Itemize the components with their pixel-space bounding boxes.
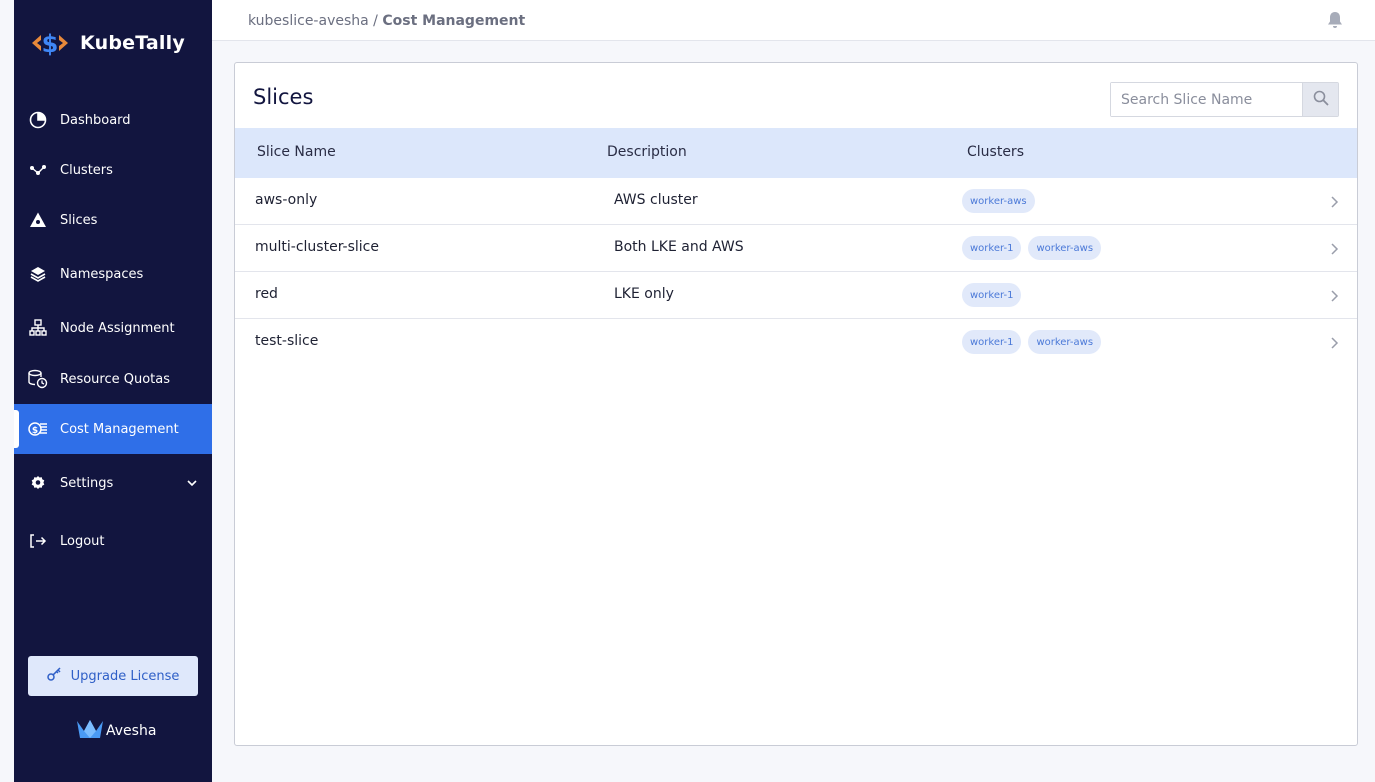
chevron-right-icon[interactable] bbox=[1327, 194, 1341, 208]
app-root: $ KubeTally Dashboard Clusters Slices Na… bbox=[0, 0, 1375, 782]
table-row[interactable]: multi-cluster-slice Both LKE and AWS wor… bbox=[235, 225, 1357, 272]
cluster-chip: worker-1 bbox=[962, 283, 1022, 307]
sidebar-item-label: Resource Quotas bbox=[60, 371, 171, 387]
sidebar-item-label: Slices bbox=[60, 212, 98, 228]
chevron-right-icon[interactable] bbox=[1327, 288, 1341, 302]
svg-text:$: $ bbox=[32, 426, 38, 436]
avesha-brand-name: Avesha bbox=[106, 723, 157, 739]
pie-chart-icon bbox=[28, 110, 48, 130]
sidebar-item-label: Settings bbox=[60, 475, 114, 491]
hierarchy-icon bbox=[28, 318, 48, 338]
cluster-chip: worker-1 bbox=[962, 330, 1022, 354]
table-row[interactable]: aws-only AWS cluster worker-aws bbox=[235, 178, 1357, 225]
search-button[interactable] bbox=[1302, 83, 1338, 116]
table-header: Slice Name Description Clusters bbox=[235, 128, 1357, 178]
top-header: kubeslice-avesha / Cost Management bbox=[212, 0, 1375, 41]
slice-name-cell: aws-only bbox=[255, 192, 318, 208]
description-cell: Both LKE and AWS bbox=[614, 239, 744, 255]
sidebar-item-dashboard[interactable]: Dashboard bbox=[14, 95, 212, 145]
slices-card: Slices Slice Name Description Clusters a… bbox=[234, 62, 1358, 746]
sidebar-item-label: Clusters bbox=[60, 162, 113, 178]
slice-name-cell: multi-cluster-slice bbox=[255, 239, 379, 255]
breadcrumb-current: Cost Management bbox=[382, 13, 526, 29]
upgrade-license-button[interactable]: Upgrade License bbox=[28, 656, 198, 696]
sidebar-item-label: Node Assignment bbox=[60, 320, 175, 336]
avesha-crown-icon bbox=[76, 718, 104, 744]
upgrade-license-label: Upgrade License bbox=[70, 668, 180, 684]
sidebar-item-settings[interactable]: Settings bbox=[14, 458, 212, 508]
slice-name-cell: red bbox=[255, 286, 278, 302]
bell-icon[interactable] bbox=[1325, 10, 1345, 30]
cluster-chip: worker-1 bbox=[962, 236, 1022, 260]
description-cell: LKE only bbox=[614, 286, 674, 302]
sidebar-item-slices[interactable]: Slices bbox=[14, 195, 212, 245]
layers-icon bbox=[28, 264, 48, 284]
logout-icon bbox=[28, 531, 48, 551]
sidebar-item-label: Cost Management bbox=[60, 421, 179, 437]
table-row[interactable]: red LKE only worker-1 bbox=[235, 272, 1357, 319]
key-icon bbox=[46, 667, 63, 685]
chevron-right-icon[interactable] bbox=[1327, 335, 1341, 349]
column-header-description: Description bbox=[607, 144, 687, 160]
svg-text:$: $ bbox=[42, 30, 59, 58]
cluster-chip: worker-aws bbox=[1028, 236, 1102, 260]
breadcrumb-parent[interactable]: kubeslice-avesha bbox=[248, 13, 369, 29]
slices-table: Slice Name Description Clusters aws-only… bbox=[235, 128, 1357, 366]
sidebar-item-clusters[interactable]: Clusters bbox=[14, 145, 212, 195]
brand[interactable]: $ KubeTally bbox=[30, 26, 185, 60]
clusters-cell: worker-aws bbox=[962, 189, 1035, 213]
sidebar-item-label: Dashboard bbox=[60, 112, 131, 128]
page-title: Slices bbox=[253, 85, 314, 109]
sidebar-item-label: Namespaces bbox=[60, 266, 144, 282]
slices-icon bbox=[28, 210, 48, 230]
chevron-down-icon[interactable] bbox=[184, 475, 200, 491]
chevron-right-icon[interactable] bbox=[1327, 241, 1341, 255]
sidebar-item-resource-quotas[interactable]: Resource Quotas bbox=[14, 354, 212, 404]
search-icon bbox=[1313, 90, 1329, 110]
quota-icon bbox=[28, 369, 48, 389]
search-box bbox=[1110, 82, 1339, 117]
cluster-chip: worker-aws bbox=[962, 189, 1035, 213]
gear-icon bbox=[28, 473, 48, 493]
sidebar-item-logout[interactable]: Logout bbox=[14, 516, 212, 566]
sidebar-item-label: Logout bbox=[60, 533, 105, 549]
table-row[interactable]: test-slice worker-1 worker-aws bbox=[235, 319, 1357, 366]
sidebar-item-cost-management[interactable]: $ Cost Management bbox=[14, 404, 212, 454]
column-header-slice-name: Slice Name bbox=[257, 144, 336, 160]
breadcrumb-separator: / bbox=[373, 13, 378, 29]
clusters-cell: worker-1 bbox=[962, 283, 1022, 307]
sidebar: $ KubeTally Dashboard Clusters Slices Na… bbox=[14, 0, 212, 782]
column-header-clusters: Clusters bbox=[967, 144, 1024, 160]
sidebar-item-node-assignment[interactable]: Node Assignment bbox=[14, 303, 212, 353]
clusters-cell: worker-1 worker-aws bbox=[962, 330, 1102, 354]
kubetally-logo-icon: $ bbox=[30, 26, 70, 60]
clusters-icon bbox=[28, 160, 48, 180]
description-cell: AWS cluster bbox=[614, 192, 698, 208]
clusters-cell: worker-1 worker-aws bbox=[962, 236, 1102, 260]
breadcrumb: kubeslice-avesha / Cost Management bbox=[248, 13, 525, 29]
search-input[interactable] bbox=[1111, 83, 1302, 116]
brand-name: KubeTally bbox=[80, 32, 185, 54]
slice-name-cell: test-slice bbox=[255, 333, 319, 349]
cluster-chip: worker-aws bbox=[1028, 330, 1102, 354]
avesha-logo: Avesha bbox=[76, 718, 156, 744]
sidebar-item-namespaces[interactable]: Namespaces bbox=[14, 249, 212, 299]
cost-icon: $ bbox=[28, 419, 48, 439]
